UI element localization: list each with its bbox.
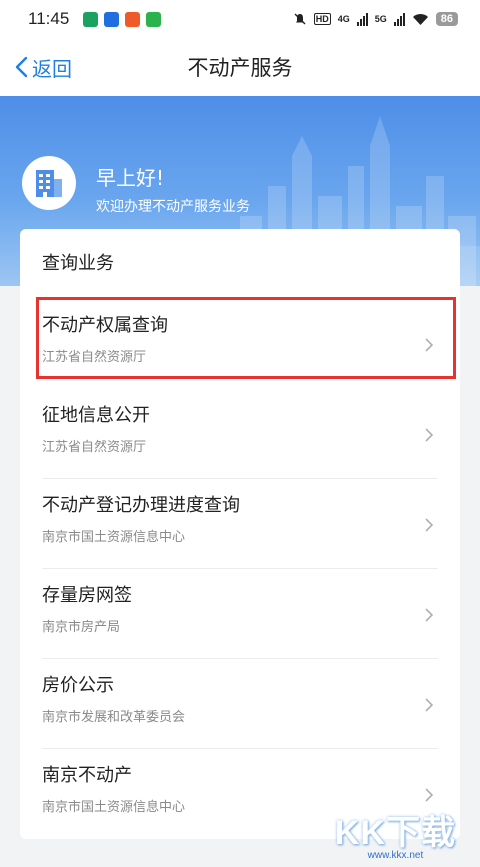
signal-icon	[393, 12, 405, 26]
app-notification-icon	[146, 11, 162, 27]
watermark: KK下载 www.kkx.net	[335, 805, 456, 861]
app-notification-icon	[83, 11, 99, 27]
status-indicators: HD 4G 5G 86	[293, 12, 458, 26]
chevron-right-icon	[425, 608, 434, 622]
building-icon	[22, 156, 76, 210]
list-item-subtitle: 南京市房产局	[42, 620, 121, 635]
network-5g-label: 5G	[374, 14, 387, 24]
chevron-right-icon	[425, 698, 434, 712]
list-item-title: 不动产权属查询	[42, 315, 168, 336]
chevron-right-icon	[425, 788, 434, 802]
status-bar: 11:45 HD 4G 5G 86	[0, 0, 480, 38]
list-item-registration-progress[interactable]: 不动产登记办理进度查询 南京市国土资源信息中心	[20, 479, 460, 569]
chevron-right-icon	[425, 338, 434, 352]
list-item-property-ownership-query[interactable]: 不动产权属查询 江苏省自然资源厅	[20, 297, 460, 389]
query-service-card: 查询业务 不动产权属查询 江苏省自然资源厅 征地信息公开 江苏省自然资源厅 不动…	[20, 229, 460, 839]
list-item-title: 不动产登记办理进度查询	[42, 495, 240, 516]
list-item-subtitle: 南京市国土资源信息中心	[42, 800, 186, 815]
list-item-title: 存量房网签	[42, 585, 132, 606]
list-item-house-price-publicity[interactable]: 房价公示 南京市发展和改革委员会	[20, 659, 460, 749]
list-item-subtitle: 江苏省自然资源厅	[42, 350, 147, 365]
wifi-icon	[412, 13, 428, 25]
highlight-box	[36, 297, 456, 379]
battery-indicator: 86	[435, 12, 458, 26]
hd-label: HD	[313, 13, 331, 25]
list-item-subtitle: 江苏省自然资源厅	[42, 440, 147, 455]
app-notification-icon	[125, 11, 141, 27]
list-item-title: 房价公示	[42, 675, 114, 696]
signal-icon	[356, 12, 368, 26]
network-4g-label: 4G	[337, 14, 350, 24]
chevron-left-icon	[15, 56, 28, 78]
watermark-logo-text: KK下载	[334, 814, 456, 852]
back-label: 返回	[32, 56, 72, 81]
list-item-subtitle: 南京市发展和改革委员会	[42, 710, 186, 725]
chevron-right-icon	[425, 518, 434, 532]
status-time: 11:45	[28, 9, 70, 28]
mute-icon	[294, 13, 306, 25]
greeting-text: 早上好!	[96, 166, 165, 190]
list-item-land-acquisition-info[interactable]: 征地信息公开 江苏省自然资源厅	[20, 389, 460, 479]
notification-icons	[83, 11, 162, 27]
nav-bar: 返回 不动产服务	[0, 38, 480, 96]
list-item-title: 征地信息公开	[42, 405, 150, 426]
back-button[interactable]: 返回	[14, 38, 72, 96]
list-item-subtitle: 南京市国土资源信息中心	[42, 530, 186, 545]
chevron-right-icon	[425, 428, 434, 442]
list-item-existing-house-contract[interactable]: 存量房网签 南京市房产局	[20, 569, 460, 659]
greeting-subtitle: 欢迎办理不动产服务业务	[96, 199, 250, 215]
section-title: 查询业务	[42, 253, 114, 274]
page-title: 不动产服务	[187, 56, 293, 80]
list-item-title: 南京不动产	[42, 765, 132, 786]
app-notification-icon	[104, 11, 120, 27]
